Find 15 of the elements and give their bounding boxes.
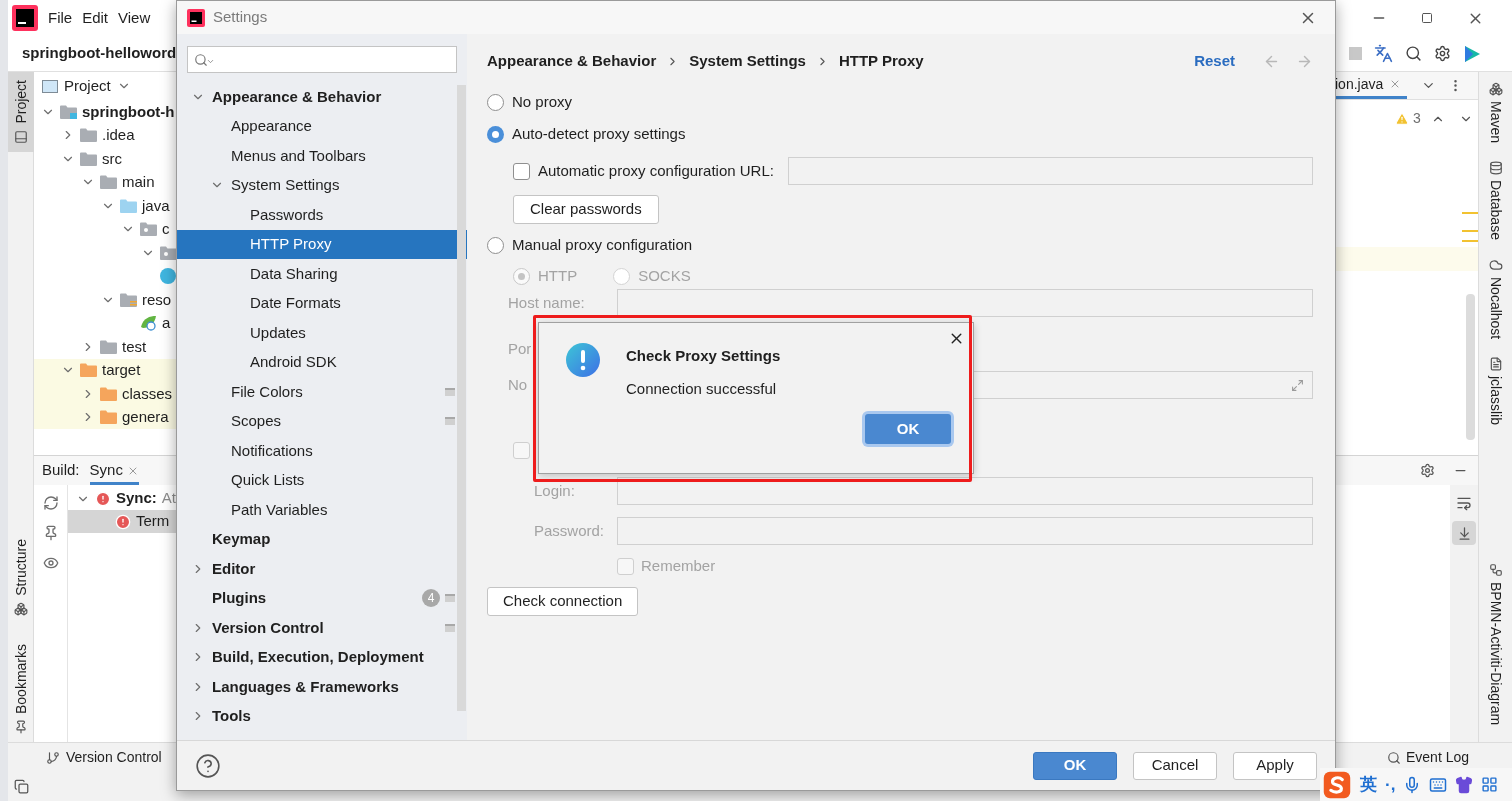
count-badge: 4	[422, 589, 440, 608]
build-item: Sync:	[116, 488, 157, 509]
field-label: Login:	[534, 480, 576, 501]
panel-label: Build:	[42, 460, 80, 481]
breadcrumb-item: HTTP Proxy	[838, 50, 924, 71]
field-label: Host name:	[508, 294, 585, 311]
field-label: No	[508, 376, 528, 393]
dialog-title: Check Proxy Settings	[626, 346, 781, 366]
field-label: Por	[508, 340, 532, 357]
warning-count: 3	[1413, 109, 1421, 128]
build-detail: At	[161, 488, 176, 509]
window-title: Settings	[213, 7, 269, 28]
field-label: Password:	[534, 520, 606, 541]
build-item: Term	[136, 511, 170, 532]
dialog-message: Connection successful	[626, 378, 778, 399]
